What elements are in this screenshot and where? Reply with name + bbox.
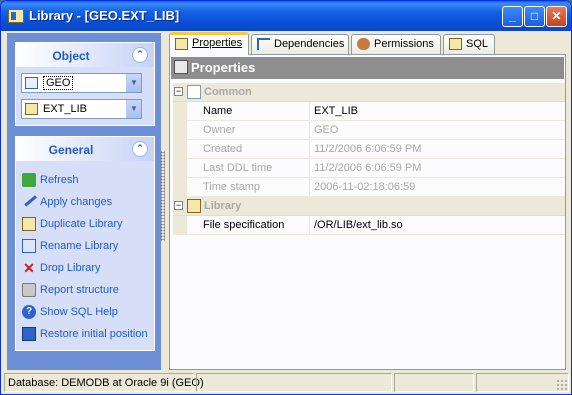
general-panel-header[interactable]: General ⌃	[16, 137, 154, 161]
dependencies-icon	[257, 38, 270, 50]
drop-library-link[interactable]: ✕ Drop Library	[22, 259, 152, 279]
restore-position-link[interactable]: Restore initial position	[22, 325, 152, 345]
show-sql-help-link[interactable]: ? Show SQL Help	[22, 303, 152, 323]
apply-changes-label: Apply changes	[40, 196, 113, 208]
database-combo-value: GEO	[43, 76, 74, 90]
property-value[interactable]: /OR/LIB/ext_lib.so	[311, 216, 565, 235]
library-icon	[25, 103, 38, 115]
property-name: Last DDL time	[187, 159, 310, 178]
property-name: File specification	[187, 216, 310, 235]
collapse-icon[interactable]: −	[174, 201, 183, 210]
tab-properties[interactable]: Properties	[169, 32, 249, 55]
collapse-icon[interactable]: −	[174, 87, 183, 96]
properties-page: Properties − Common Name EXT_LIB Owner G…	[169, 54, 566, 370]
tab-sql-label: SQL	[466, 38, 489, 50]
drop-icon: ✕	[23, 260, 35, 276]
refresh-link[interactable]: Refresh	[22, 171, 152, 191]
category-common-label: Common	[204, 86, 252, 98]
property-value[interactable]: EXT_LIB	[311, 102, 565, 121]
rename-library-label: Rename Library	[40, 240, 119, 252]
tab-dependencies-label: Dependencies	[274, 38, 345, 50]
restore-position-label: Restore initial position	[40, 328, 148, 340]
show-sql-help-label: Show SQL Help	[40, 306, 118, 318]
status-text: Database: DEMODB at Oracle 9i (GEO)	[8, 377, 204, 389]
tab-permissions-label: Permissions	[374, 38, 434, 50]
drop-library-label: Drop Library	[40, 262, 101, 274]
property-name: Owner	[187, 121, 310, 140]
apply-changes-link[interactable]: Apply changes	[21, 191, 152, 213]
category-icon	[187, 85, 201, 99]
general-panel: General ⌃ Refresh Apply changes Duplicat…	[15, 136, 155, 351]
sql-icon	[449, 38, 462, 50]
chevron-down-icon[interactable]: ▼	[126, 100, 141, 118]
maximize-button[interactable]: □	[524, 6, 545, 27]
report-structure-link[interactable]: Report structure	[22, 281, 152, 301]
refresh-label: Refresh	[40, 174, 79, 186]
category-library[interactable]: − Library	[173, 197, 565, 216]
status-panel-3	[394, 373, 474, 392]
collapse-icon[interactable]: ⌃	[132, 47, 148, 63]
chevron-down-icon[interactable]: ▼	[126, 74, 141, 92]
left-navigation-bar: Object ⌃ GEO ▼ EXT_LIB ▼ General ⌃ Refre…	[7, 33, 161, 370]
report-structure-label: Report structure	[40, 284, 119, 296]
object-panel-title: Object	[52, 49, 90, 63]
tab-strip: Properties Dependencies Permissions SQL	[169, 32, 565, 55]
library-icon	[8, 9, 24, 23]
apply-icon	[21, 191, 37, 207]
object-panel-header[interactable]: Object ⌃	[16, 43, 154, 67]
category-common[interactable]: − Common	[173, 83, 565, 102]
properties-title: Properties	[191, 60, 256, 75]
help-icon: ?	[22, 305, 36, 319]
property-value: 11/2/2006 6:06:59 PM	[311, 159, 565, 178]
general-panel-title: General	[48, 143, 94, 157]
window-title: Library - [GEO.EXT_LIB]	[29, 8, 180, 23]
tab-properties-label: Properties	[192, 37, 243, 49]
rename-icon	[22, 239, 36, 253]
duplicate-library-link[interactable]: Duplicate Library	[22, 215, 152, 235]
duplicate-icon	[22, 217, 36, 231]
library-window: Library - [GEO.EXT_LIB] _ □ ✕ Object ⌃ G…	[0, 0, 572, 395]
close-button[interactable]: ✕	[546, 6, 567, 27]
table-row[interactable]: Last DDL time 11/2/2006 6:06:59 PM	[173, 159, 565, 178]
property-value: 11/2/2006 6:06:59 PM	[311, 140, 565, 159]
permissions-icon	[357, 38, 370, 50]
property-name: Name	[187, 102, 310, 121]
properties-icon	[174, 60, 188, 74]
library-combo-value: EXT_LIB	[43, 103, 88, 115]
refresh-icon	[22, 173, 36, 187]
minimize-button[interactable]: _	[502, 6, 523, 27]
collapse-icon[interactable]: ⌃	[132, 141, 148, 157]
library-icon	[187, 199, 201, 213]
rename-library-link[interactable]: Rename Library	[22, 237, 152, 257]
panel-splitter[interactable]	[160, 151, 165, 241]
title-bar[interactable]: Library - [GEO.EXT_LIB] _ □ ✕	[1, 1, 571, 31]
tab-dependencies[interactable]: Dependencies	[251, 34, 349, 54]
database-combo[interactable]: GEO ▼	[21, 73, 142, 93]
resize-grip-icon[interactable]	[556, 379, 567, 390]
object-panel: Object ⌃ GEO ▼ EXT_LIB ▼	[15, 42, 155, 126]
duplicate-library-label: Duplicate Library	[40, 218, 123, 230]
tab-sql[interactable]: SQL	[443, 34, 495, 54]
table-row[interactable]: Name EXT_LIB	[173, 102, 565, 121]
table-row[interactable]: Owner GEO	[173, 121, 565, 140]
property-value: GEO	[311, 121, 565, 140]
table-row[interactable]: Time stamp 2006-11-02:18:06:59	[173, 178, 565, 197]
property-name: Created	[187, 140, 310, 159]
table-row[interactable]: File specification /OR/LIB/ext_lib.so	[173, 216, 565, 235]
property-name: Time stamp	[187, 178, 310, 197]
status-panel-2	[196, 373, 392, 392]
properties-icon	[175, 38, 188, 50]
property-value: 2006-11-02:18:06:59	[311, 178, 565, 197]
library-combo[interactable]: EXT_LIB ▼	[21, 99, 142, 119]
report-icon	[22, 283, 36, 297]
category-library-label: Library	[204, 200, 242, 212]
tab-permissions[interactable]: Permissions	[351, 34, 441, 54]
table-row[interactable]: Created 11/2/2006 6:06:59 PM	[173, 140, 565, 159]
status-bar: Database: DEMODB at Oracle 9i (GEO)	[4, 373, 569, 392]
properties-header: Properties	[171, 57, 564, 79]
restore-icon	[22, 327, 36, 341]
database-icon	[25, 77, 38, 89]
status-database: Database: DEMODB at Oracle 9i (GEO)	[4, 373, 204, 392]
